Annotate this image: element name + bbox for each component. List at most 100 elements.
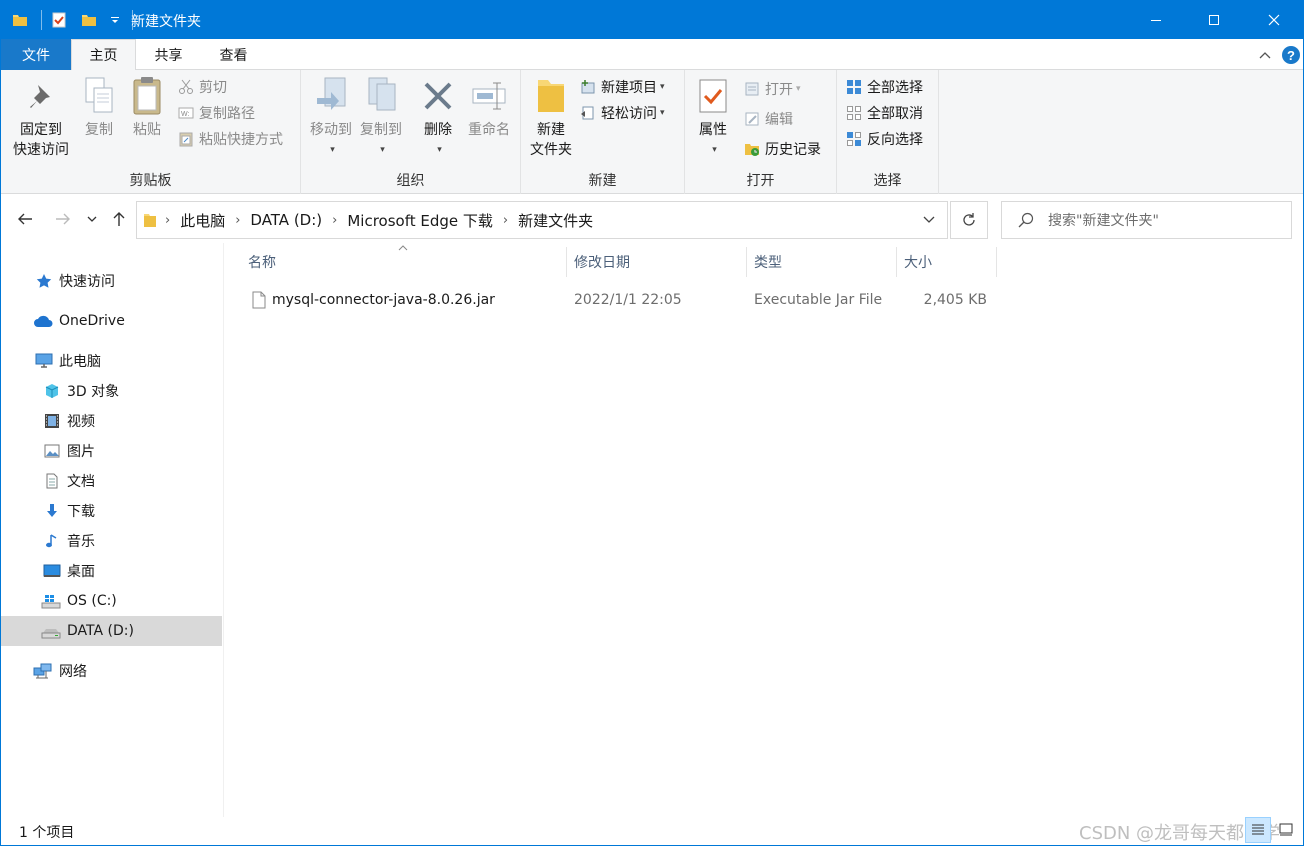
move-to-button[interactable]: 移动到 ▾ — [305, 74, 357, 160]
copy-to-label: 复制到 — [360, 122, 402, 138]
breadcrumb-data-drive[interactable]: DATA (D:) — [250, 211, 322, 229]
pin-to-quick-access-button[interactable]: 固定到 快速访问 — [7, 74, 75, 160]
film-icon — [43, 412, 61, 430]
forward-button[interactable] — [51, 207, 75, 231]
refresh-button[interactable] — [950, 201, 988, 239]
properties-button[interactable]: 属性 ▾ — [691, 74, 735, 160]
new-folder-button[interactable]: 新建 文件夹 — [525, 74, 577, 160]
file-modified: 2022/1/1 22:05 — [574, 292, 682, 308]
customize-qat-icon[interactable] — [108, 9, 122, 31]
breadcrumb-new-folder[interactable]: 新建文件夹 — [518, 210, 593, 231]
sidebar-item-onedrive[interactable]: OneDrive — [1, 306, 222, 336]
edit-label: 编辑 — [765, 112, 793, 128]
column-header-modified[interactable]: 修改日期 — [574, 247, 746, 277]
properties-icon[interactable] — [48, 9, 70, 31]
back-button[interactable] — [13, 207, 37, 231]
minimize-button[interactable] — [1133, 1, 1179, 39]
sidebar-item-documents[interactable]: 文档 — [1, 466, 222, 496]
navigation-pane: 快速访问 OneDrive 此电脑 3D 对象 视频 图片 文档 下载 音乐 桌… — [1, 243, 223, 817]
breadcrumb-this-pc[interactable]: 此电脑 — [180, 210, 225, 231]
download-icon — [43, 502, 61, 520]
tab-home[interactable]: 主页 — [71, 39, 136, 71]
copy-path-label: 复制路径 — [199, 106, 255, 122]
column-divider[interactable] — [896, 247, 897, 277]
sidebar-item-music[interactable]: 音乐 — [1, 526, 222, 556]
search-box[interactable]: 搜索"新建文件夹" — [1001, 201, 1292, 239]
folder-icon — [9, 9, 31, 31]
pin-icon — [21, 74, 61, 118]
file-list: 名称 修改日期 类型 大小 mysql-connector-java-8.0.2… — [224, 243, 1303, 817]
refresh-icon — [963, 213, 975, 226]
sidebar-item-label: 下载 — [67, 504, 95, 520]
copy-to-button[interactable]: 复制到 ▾ — [355, 74, 407, 160]
collapse-ribbon-button[interactable] — [1255, 44, 1275, 66]
status-bar: 1 个项目 CSDN @龙哥每天都要学 — [1, 817, 1303, 845]
details-view-button[interactable] — [1245, 817, 1271, 843]
new-item-button[interactable]: 新建项目 ▾ — [579, 76, 665, 98]
paste-shortcut-button[interactable]: 粘贴快捷方式 — [177, 128, 283, 150]
rename-button[interactable]: 重命名 — [463, 74, 515, 140]
open-button[interactable]: 打开 ▾ — [743, 78, 801, 100]
sidebar-item-desktop[interactable]: 桌面 — [1, 556, 222, 586]
history-button[interactable]: 历史记录 — [743, 138, 821, 160]
tab-view[interactable]: 查看 — [201, 39, 266, 70]
column-divider[interactable] — [746, 247, 747, 277]
sidebar-item-3d-objects[interactable]: 3D 对象 — [1, 376, 222, 406]
history-label: 历史记录 — [765, 142, 821, 158]
new-folder-icon[interactable] — [78, 9, 100, 31]
help-button[interactable]: ? — [1280, 44, 1302, 66]
quick-access-toolbar — [9, 9, 139, 31]
column-header-type[interactable]: 类型 — [754, 247, 896, 277]
easy-access-button[interactable]: 轻松访问 ▾ — [579, 102, 665, 124]
sidebar-item-downloads[interactable]: 下载 — [1, 496, 222, 526]
chevron-up-icon — [1259, 52, 1271, 59]
column-divider[interactable] — [566, 247, 567, 277]
address-history-dropdown[interactable] — [911, 202, 947, 238]
sidebar-item-this-pc[interactable]: 此电脑 — [1, 346, 222, 376]
title-bar: 新建文件夹 — [1, 1, 1303, 39]
sidebar-item-pictures[interactable]: 图片 — [1, 436, 222, 466]
easy-access-label: 轻松访问 — [601, 106, 657, 122]
tab-share[interactable]: 共享 — [136, 39, 201, 70]
select-all-button[interactable]: 全部选择 — [845, 76, 923, 98]
paste-label: 粘贴 — [133, 122, 161, 138]
delete-button[interactable]: 删除 ▾ — [415, 74, 461, 160]
address-bar[interactable]: › 此电脑 › DATA (D:) › Microsoft Edge 下载 › … — [136, 201, 948, 239]
large-icons-view-button[interactable] — [1273, 817, 1299, 843]
paste-button[interactable]: 粘贴 — [125, 74, 169, 140]
breadcrumb-separator: › — [502, 212, 509, 228]
column-header-size[interactable]: 大小 — [904, 247, 996, 277]
maximize-button[interactable] — [1191, 1, 1237, 39]
cut-button[interactable]: 剪切 — [177, 76, 227, 98]
caret-down-icon: ▾ — [660, 82, 665, 92]
clipboard-group: 固定到 快速访问 复制 粘贴 剪切 W: 复制路径 粘贴快捷方式 剪贴板 — [1, 70, 301, 194]
history-icon — [743, 140, 761, 158]
file-row[interactable]: mysql-connector-java-8.0.26.jar 2022/1/1… — [244, 283, 999, 317]
select-none-button[interactable]: 全部取消 — [845, 102, 923, 124]
breadcrumb-edge-downloads[interactable]: Microsoft Edge 下载 — [347, 210, 493, 231]
column-divider[interactable] — [996, 247, 997, 277]
svg-text:?: ? — [1287, 48, 1295, 63]
edit-button[interactable]: 编辑 — [743, 108, 793, 130]
recent-locations-button[interactable] — [83, 207, 101, 231]
column-header-name[interactable]: 名称 — [248, 247, 566, 277]
copy-path-button[interactable]: W: 复制路径 — [177, 102, 255, 124]
sidebar-item-os-c[interactable]: OS (C:) — [1, 586, 222, 616]
new-group: 新建 文件夹 新建项目 ▾ 轻松访问 ▾ 新建 — [521, 70, 685, 194]
caret-down-icon: ▾ — [380, 145, 385, 155]
close-button[interactable] — [1251, 1, 1297, 39]
tab-file[interactable]: 文件 — [1, 39, 71, 70]
arrow-up-icon — [113, 212, 125, 226]
sidebar-item-videos[interactable]: 视频 — [1, 406, 222, 436]
sidebar-item-label: DATA (D:) — [67, 623, 134, 639]
up-button[interactable] — [107, 207, 131, 231]
windows-drive-icon — [41, 592, 61, 610]
caret-down-icon: ▾ — [796, 84, 801, 94]
copy-button[interactable]: 复制 — [77, 74, 121, 140]
sidebar-item-label: 网络 — [59, 664, 87, 680]
sidebar-item-network[interactable]: 网络 — [1, 656, 222, 686]
file-name-cell: mysql-connector-java-8.0.26.jar — [252, 283, 495, 317]
sidebar-item-data-d[interactable]: DATA (D:) — [1, 616, 222, 646]
sidebar-item-quick-access[interactable]: 快速访问 — [1, 266, 222, 296]
invert-selection-button[interactable]: 反向选择 — [845, 128, 923, 150]
